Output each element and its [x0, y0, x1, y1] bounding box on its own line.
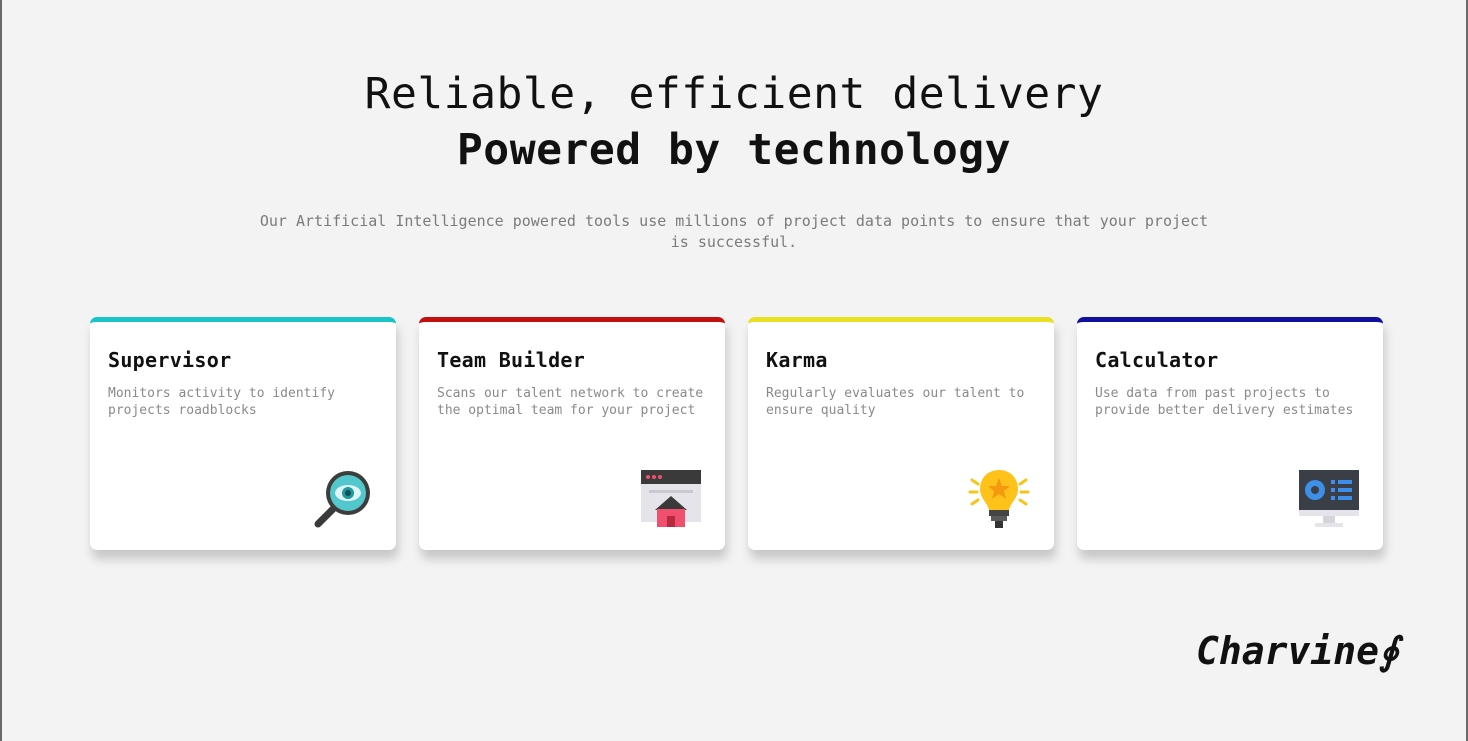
card-title: Supervisor — [108, 348, 232, 372]
hero-header: Reliable, efficient delivery Powered by … — [0, 66, 1468, 178]
card-title: Team Builder — [437, 348, 586, 372]
hero-title-line2: Powered by technology — [456, 125, 1012, 175]
card-supervisor[interactable]: Supervisor Monitors activity to identify… — [90, 317, 396, 550]
card-description: Monitors activity to identify projects r… — [108, 386, 335, 418]
card-description: Regularly evaluates our talent to ensure… — [766, 386, 1025, 418]
lightbulb-icon — [966, 466, 1032, 532]
browser-home-icon — [637, 466, 703, 532]
card-description: Scans our talent network to create the o… — [437, 386, 704, 418]
card-karma[interactable]: Karma Regularly evaluates our talent to … — [748, 317, 1054, 550]
card-description: Use data from past projects to provide b… — [1095, 386, 1354, 418]
card-calculator[interactable]: Calculator Use data from past projects t… — [1077, 317, 1383, 550]
hero-title-line1: Reliable, efficient delivery — [364, 69, 1104, 119]
brand-logo[interactable]: Charvine∮ — [1196, 624, 1399, 678]
card-title: Karma — [766, 348, 828, 372]
magnifier-eye-icon — [308, 466, 374, 532]
monitor-dashboard-icon — [1295, 466, 1361, 532]
hero-subtitle: Our Artificial Intelligence powered tool… — [259, 212, 1209, 251]
card-title: Calculator — [1095, 348, 1219, 372]
card-team-builder[interactable]: Team Builder Scans our talent network to… — [419, 317, 725, 550]
